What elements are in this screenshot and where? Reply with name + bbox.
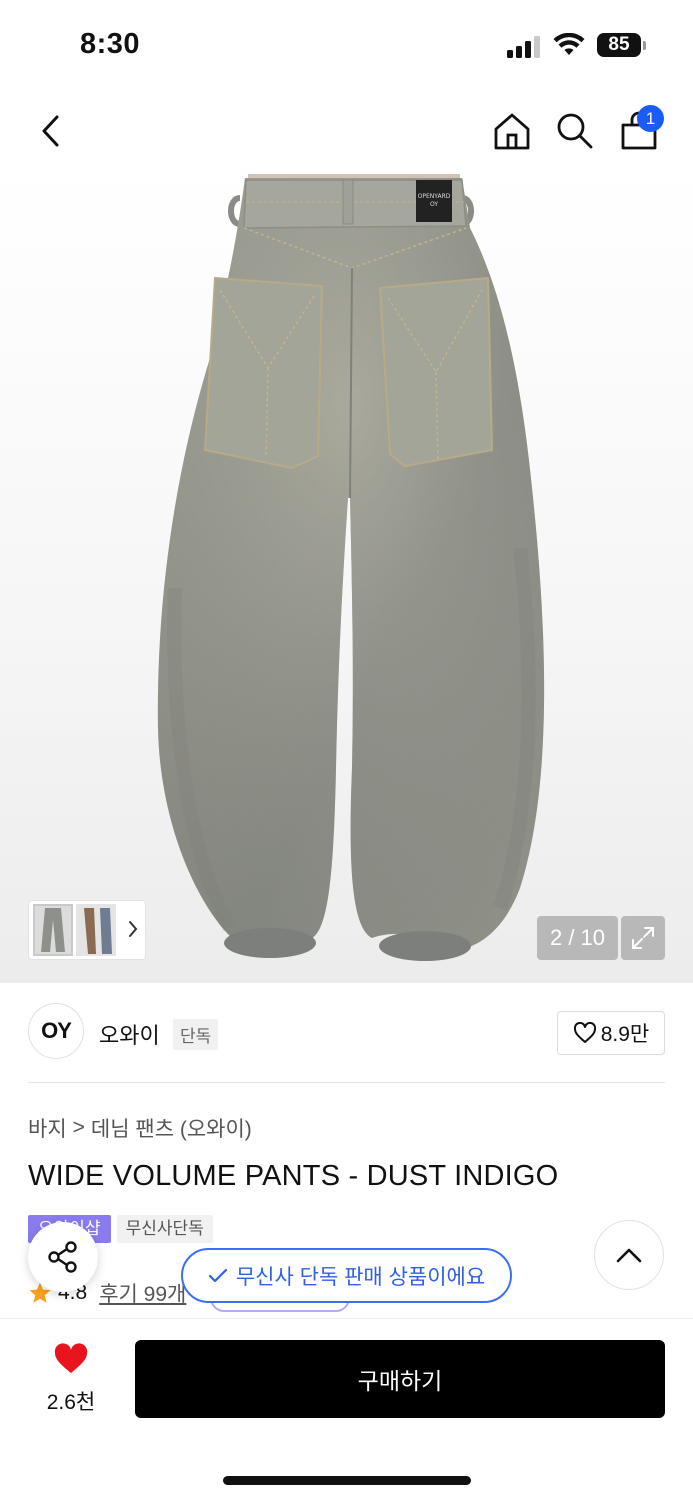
scroll-to-top-button[interactable] bbox=[594, 1220, 664, 1290]
battery-icon: 85 bbox=[597, 33, 641, 57]
divider bbox=[28, 1082, 665, 1083]
cart-count-badge: 1 bbox=[637, 105, 664, 132]
buy-button[interactable]: 구매하기 bbox=[135, 1340, 665, 1418]
cellular-signal-icon bbox=[507, 34, 543, 58]
image-counter: 2 / 10 bbox=[537, 916, 618, 960]
pocket-label-text-2: OY bbox=[430, 201, 438, 208]
battery-tip bbox=[643, 41, 646, 50]
checkmark-icon bbox=[208, 1268, 227, 1282]
thumbnail-jeans-icon bbox=[41, 908, 65, 952]
top-nav bbox=[0, 95, 693, 165]
breadcrumb-subcategory[interactable]: 데님 팬츠 (오와이) bbox=[91, 1113, 252, 1143]
pocket-label-text-1: OPENYARD bbox=[418, 193, 451, 200]
chevron-up-icon bbox=[616, 1248, 642, 1263]
thumbnail-image-2[interactable] bbox=[76, 904, 116, 956]
search-button[interactable] bbox=[550, 103, 600, 159]
chevron-left-icon bbox=[42, 115, 59, 147]
chevron-right-icon[interactable] bbox=[127, 919, 139, 939]
share-button[interactable] bbox=[28, 1222, 98, 1292]
status-bar: 8:30 85 bbox=[0, 0, 693, 90]
thumbnail-jeans-icon bbox=[76, 904, 116, 956]
brand-like-count: 8.9만 bbox=[600, 1023, 650, 1046]
brand-logo[interactable]: OY bbox=[28, 1003, 84, 1059]
expand-icon bbox=[632, 927, 654, 949]
wishlist-count: 2.6천 bbox=[46, 1391, 96, 1414]
product-image-gallery[interactable]: OPENYARD OY bbox=[0, 168, 693, 983]
home-indicator bbox=[223, 1476, 471, 1485]
review-count-link[interactable]: 후기 99개 bbox=[99, 1278, 186, 1308]
breadcrumb-category[interactable]: 바지 bbox=[28, 1113, 67, 1143]
brand-row: OY 오와이 단독 8.9만 bbox=[28, 1003, 665, 1063]
product-photo-jeans: OPENYARD OY bbox=[157, 174, 545, 961]
search-icon bbox=[557, 113, 593, 149]
brand-exclusive-tag: 단독 bbox=[173, 1019, 219, 1050]
heart-outline-icon bbox=[573, 1022, 596, 1043]
exclusive-badge: 무신사단독 bbox=[116, 1215, 213, 1243]
home-button[interactable] bbox=[487, 103, 537, 159]
toast-text: 무신사 단독 판매 상품이에요 bbox=[235, 1265, 486, 1289]
home-icon bbox=[494, 113, 530, 150]
share-icon bbox=[48, 1241, 77, 1273]
wishlist-button[interactable]: 2.6천 bbox=[30, 1343, 112, 1415]
heart-filled-icon bbox=[54, 1343, 88, 1373]
back-button[interactable] bbox=[25, 103, 75, 159]
thumbnail-image-1[interactable] bbox=[33, 904, 73, 956]
breadcrumb: 바지 > 데님 팬츠 (오와이) bbox=[28, 1113, 252, 1143]
brand-name[interactable]: 오와이 bbox=[99, 1018, 160, 1050]
wifi-icon bbox=[553, 33, 585, 55]
product-title: WIDE VOLUME PANTS - DUST INDIGO bbox=[28, 1160, 559, 1192]
brand-like-button[interactable]: 8.9만 bbox=[557, 1011, 665, 1055]
status-time: 8:30 bbox=[80, 28, 141, 60]
expand-image-button[interactable] bbox=[621, 916, 665, 960]
exclusive-toast: 무신사 단독 판매 상품이에요 bbox=[181, 1248, 512, 1303]
breadcrumb-separator: > bbox=[72, 1116, 85, 1139]
thumbnail-strip[interactable] bbox=[28, 900, 146, 960]
